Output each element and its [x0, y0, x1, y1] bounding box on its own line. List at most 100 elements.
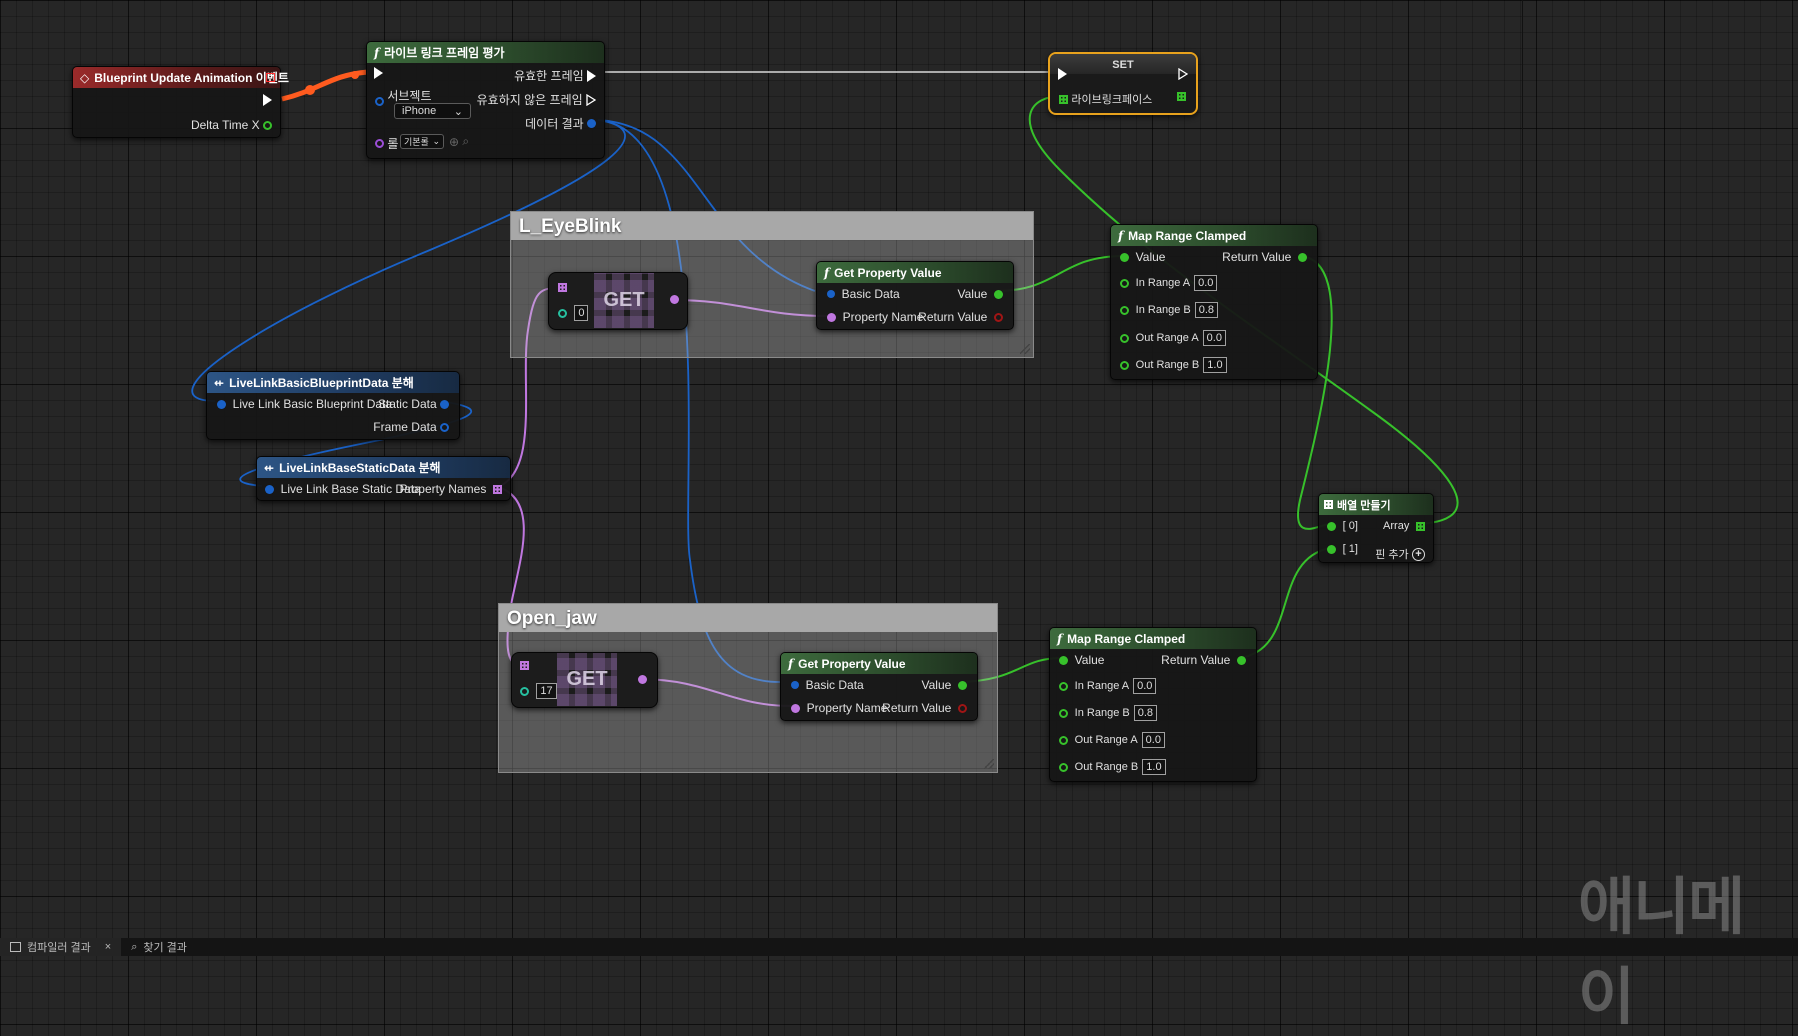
role-pin[interactable]: 롤	[375, 135, 398, 152]
pin-label: Live Link Basic Blueprint Data	[232, 397, 393, 411]
property-name-pin[interactable]: Property Name	[827, 310, 923, 324]
frame-data-pin[interactable]: Frame Data	[373, 420, 449, 434]
in-range-a-input[interactable]: 0.0	[1194, 275, 1218, 291]
in-range-b-input[interactable]: 0.8	[1133, 705, 1158, 721]
valid-frame-pin[interactable]: 유효한 프레임	[514, 67, 596, 84]
out-range-b-pin[interactable]: Out Range B 1.0	[1120, 357, 1227, 373]
data-result-pin[interactable]: 데이터 결과	[525, 115, 596, 132]
array-item-0-pin[interactable]: [ 0]	[1327, 519, 1358, 533]
struct-pin-icon	[440, 399, 449, 409]
return-value-pin[interactable]: Return Value	[1222, 250, 1307, 264]
index-pin[interactable]: 17	[520, 683, 557, 699]
out-range-b-pin[interactable]: Out Range B 1.0	[1059, 759, 1166, 775]
item-out-pin[interactable]	[638, 675, 647, 684]
map-range-clamped-node-eye[interactable]: f Map Range Clamped Value Return Value In…	[1110, 224, 1318, 380]
get-property-value-node-eye[interactable]: f Get Property Value Basic Data Property …	[816, 261, 1014, 330]
exec-out-pin[interactable]	[1178, 68, 1188, 80]
return-value-pin[interactable]: Return Value	[1161, 653, 1246, 667]
in-range-b-pin[interactable]: In Range B 0.8	[1120, 302, 1219, 318]
delta-time-pin[interactable]: Delta Time X	[191, 118, 272, 132]
variable-in-pin[interactable]: 라이브링크페이스	[1059, 91, 1152, 107]
exec-in-pin[interactable]	[374, 67, 383, 79]
dropdown-value: iPhone	[402, 105, 437, 117]
browse-icon[interactable]: ⌕	[462, 134, 469, 149]
out-range-b-input[interactable]: 1.0	[1142, 759, 1166, 775]
index-input[interactable]: 0	[574, 305, 589, 321]
struct-pin-icon	[217, 399, 226, 409]
event-delegate-icon[interactable]	[266, 73, 275, 82]
comment-title: L_EyeBlink	[511, 212, 1033, 240]
array-in-pin[interactable]	[520, 661, 529, 670]
exec-out-pin[interactable]	[263, 94, 272, 106]
index-input[interactable]: 17	[536, 683, 557, 699]
break-basic-blueprint-data-node[interactable]: ⇷ LiveLinkBasicBlueprintData 분해 Live Link…	[206, 371, 460, 440]
out-range-a-pin[interactable]: Out Range A 0.0	[1059, 732, 1165, 748]
out-range-a-pin[interactable]: Out Range A 0.0	[1120, 330, 1226, 346]
resize-handle-icon[interactable]	[1020, 344, 1030, 354]
invalid-frame-pin[interactable]: 유효하지 않은 프레임	[477, 91, 596, 108]
use-selected-icon[interactable]: ⊕	[449, 135, 459, 149]
value-in-pin[interactable]: Value	[1059, 653, 1104, 667]
variable-out-pin[interactable]	[1177, 92, 1186, 101]
node-title: LiveLinkBaseStaticData 분해	[279, 461, 441, 475]
property-name-pin[interactable]: Property Name	[791, 701, 887, 715]
base-static-data-in-pin[interactable]: Live Link Base Static Data	[265, 482, 421, 496]
in-range-b-pin[interactable]: In Range B 0.8	[1059, 705, 1158, 721]
subject-dropdown[interactable]: iPhone ⌄	[394, 103, 471, 119]
evaluate-live-link-frame-node[interactable]: f 라이브 링크 프레임 평가 유효한 프레임 유효하지 않은 프레임 서브젝트 …	[366, 41, 605, 159]
pin-label: Basic Data	[841, 287, 900, 301]
index-pin[interactable]: 0	[558, 305, 589, 321]
resize-handle-icon[interactable]	[984, 759, 994, 769]
basic-blueprint-data-in-pin[interactable]: Live Link Basic Blueprint Data	[217, 397, 392, 411]
node-title: Get Property Value	[798, 656, 906, 671]
event-node-update-animation[interactable]: ◇ Blueprint Update Animation 이벤트 Delta T…	[72, 66, 289, 138]
pin-label: Array	[1383, 520, 1410, 532]
tab-label: 컴파일러 결과	[27, 942, 91, 954]
in-range-a-input[interactable]: 0.0	[1133, 678, 1157, 694]
in-range-b-input[interactable]: 0.8	[1194, 302, 1219, 318]
array-get-node-eye[interactable]: GET 0	[548, 272, 688, 330]
out-range-a-input[interactable]: 0.0	[1141, 732, 1165, 748]
struct-pin-icon	[375, 97, 384, 106]
array-out-pin[interactable]: Array	[1383, 519, 1425, 533]
out-range-b-input[interactable]: 1.0	[1203, 357, 1227, 373]
close-icon[interactable]: ×	[105, 941, 111, 953]
property-names-pin[interactable]: Property Names	[400, 482, 502, 496]
exec-icon	[1058, 68, 1067, 80]
static-data-pin[interactable]: Static Data	[378, 397, 449, 411]
map-range-clamped-node-jaw[interactable]: f Map Range Clamped Value Return Value In…	[1049, 627, 1257, 782]
out-range-a-input[interactable]: 0.0	[1202, 330, 1226, 346]
array-item-1-pin[interactable]: [ 1]	[1327, 542, 1358, 556]
exec-icon	[587, 69, 596, 82]
add-pin-button[interactable]: 핀 추가 +	[1375, 546, 1425, 562]
tab-find-results[interactable]: ⌕ 찾기 결과	[121, 938, 197, 956]
bool-pin-icon	[958, 703, 967, 713]
basic-data-pin[interactable]: Basic Data	[827, 287, 900, 301]
get-label: GET	[566, 668, 608, 690]
return-value-pin[interactable]: Return Value	[918, 310, 1003, 324]
array-in-pin[interactable]	[558, 283, 567, 292]
value-out-pin[interactable]: Value	[922, 678, 967, 692]
break-base-static-data-node[interactable]: ⇷ LiveLinkBaseStaticData 분해 Live Link Bas…	[256, 456, 511, 501]
role-dropdown[interactable]: 기본롤 ⌄	[400, 134, 444, 149]
comment-title: Open_jaw	[499, 604, 997, 632]
role-actions[interactable]: ⊕ ⌕	[449, 134, 469, 149]
value-out-pin[interactable]: Value	[958, 287, 1003, 301]
search-icon: ⌕	[131, 940, 138, 953]
basic-data-pin[interactable]: Basic Data	[791, 678, 864, 692]
array-pin-icon	[520, 661, 529, 670]
exec-in-pin[interactable]	[1058, 68, 1067, 80]
array-get-node-jaw[interactable]: GET 17	[511, 652, 658, 708]
value-in-pin[interactable]: Value	[1120, 250, 1165, 264]
return-value-pin[interactable]: Return Value	[882, 701, 967, 715]
get-property-value-node-jaw[interactable]: f Get Property Value Basic Data Property …	[780, 652, 978, 721]
pin-label: 유효한 프레임	[514, 69, 584, 83]
in-range-a-pin[interactable]: In Range A 0.0	[1059, 678, 1157, 694]
make-array-node[interactable]: 배열 만들기 [ 0] [ 1] Array 핀 추가 +	[1318, 493, 1434, 563]
in-range-a-pin[interactable]: In Range A 0.0	[1120, 275, 1218, 291]
set-variable-node[interactable]: SET 라이브링크페이스	[1048, 52, 1198, 115]
float-pin-icon	[1120, 360, 1129, 370]
tab-compiler-results[interactable]: 컴파일러 결과 ×	[0, 938, 122, 956]
array-pin-icon	[1059, 94, 1068, 104]
item-out-pin[interactable]	[670, 295, 679, 304]
